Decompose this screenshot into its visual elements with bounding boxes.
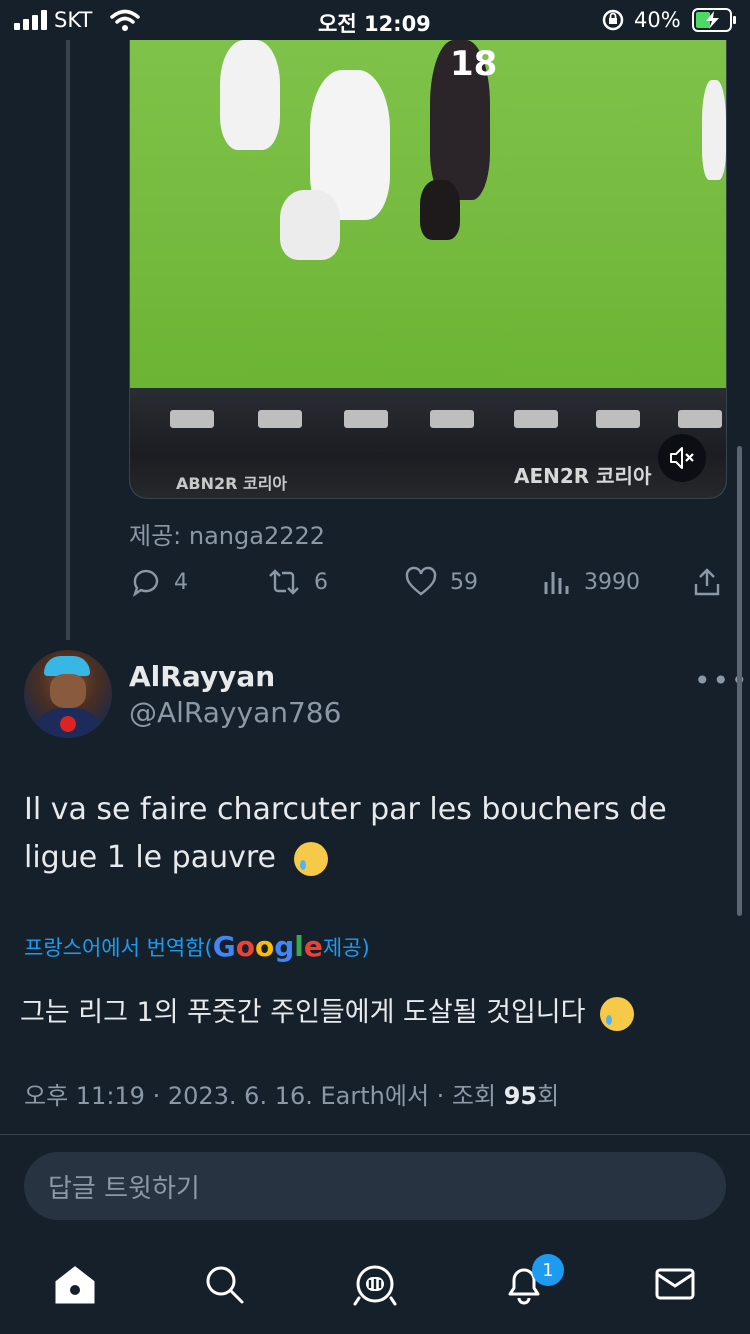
battery-charging-icon <box>692 8 736 32</box>
stadium-light <box>258 410 302 428</box>
scrollbar[interactable] <box>737 446 742 916</box>
tab-search[interactable] <box>198 1258 250 1310</box>
tweet-view-count: 95 <box>503 1082 538 1110</box>
reply-action[interactable]: 4 <box>130 564 188 600</box>
stadium-light <box>170 410 214 428</box>
cap-shape <box>44 656 90 676</box>
board-logo: ABN2R 코리아 <box>176 474 288 493</box>
display-name[interactable]: AlRayyan <box>129 660 275 693</box>
like-action[interactable]: 59 <box>404 564 478 600</box>
stadium-light <box>430 410 474 428</box>
tweet-text-content: Il va se faire charcuter par les boucher… <box>24 792 667 875</box>
crying-face-icon <box>600 996 635 1031</box>
tweet-meta: 오후 11:19 · 2023. 6. 16. Earth에서 · 조회 95회 <box>24 1076 559 1111</box>
stadium-light <box>678 410 722 428</box>
share-action[interactable] <box>692 564 722 600</box>
retweet-action[interactable]: 6 <box>266 564 328 600</box>
reply-placeholder: 답글 트윗하기 <box>48 1173 200 1204</box>
battery-percent: 40% <box>634 8 681 32</box>
tab-home[interactable] <box>49 1258 101 1310</box>
advertising-board: ABN2R 코리아 AEN2R 코리아 <box>130 388 726 498</box>
tweet-text: Il va se faire charcuter par les boucher… <box>24 786 724 882</box>
speaker-muted-icon <box>670 447 694 469</box>
face-shape <box>50 674 86 708</box>
status-bar: SKT 오전 12:09 40% <box>0 0 750 40</box>
reply-count: 4 <box>174 569 188 595</box>
mute-button[interactable] <box>658 434 706 482</box>
like-count: 59 <box>450 569 478 595</box>
board-logo: AEN2R 코리아 <box>514 464 652 488</box>
player-figure <box>702 80 726 180</box>
heart-icon <box>405 566 437 596</box>
reply-icon <box>132 569 159 597</box>
player-figure <box>420 180 460 240</box>
divider <box>0 1134 750 1135</box>
retweet-count: 6 <box>314 569 328 595</box>
tweet-timestamp: 오후 11:19 · 2023. 6. 16. Earth에서 · 조회 <box>24 1082 504 1110</box>
notification-badge: 1 <box>532 1254 564 1286</box>
wifi-icon <box>110 9 140 31</box>
player-figure <box>280 190 340 260</box>
translated-text-content: 그는 리그 1의 푸줏간 주인들에게 도살될 것입니다 <box>20 997 586 1028</box>
envelope-icon <box>655 1268 695 1300</box>
tab-spaces[interactable] <box>349 1258 401 1310</box>
signal-icon <box>14 10 47 30</box>
thread-connector-line <box>66 40 70 640</box>
carrier-label: SKT <box>54 8 93 32</box>
avatar[interactable] <box>24 650 112 738</box>
view-count: 3990 <box>584 569 640 595</box>
stadium-light <box>344 410 388 428</box>
home-icon <box>55 1266 95 1304</box>
tab-messages[interactable] <box>649 1258 701 1310</box>
stadium-light <box>514 410 558 428</box>
crying-face-icon <box>293 841 328 876</box>
views-action[interactable]: 3990 <box>542 564 640 600</box>
analytics-icon <box>544 572 569 594</box>
retweet-icon <box>269 569 299 595</box>
clock: 오전 12:09 <box>318 12 431 36</box>
translate-suffix: 제공) <box>322 935 370 960</box>
video-player[interactable]: 18 ABN2R 코리아 AEN2R 코리아 <box>129 40 727 499</box>
spaces-icon <box>353 1265 397 1306</box>
tweet-view-suffix: 회 <box>537 1082 560 1110</box>
jersey-number: 18 <box>450 44 498 84</box>
video-source-label: 제공: nanga2222 <box>129 522 326 550</box>
translate-prefix: 프랑스어에서 번역함( <box>24 935 213 960</box>
orientation-lock-icon <box>602 9 624 31</box>
search-icon <box>206 1266 244 1304</box>
google-logo: Google <box>212 930 323 963</box>
stadium-light <box>596 410 640 428</box>
share-icon <box>694 568 720 596</box>
club-badge-shape <box>60 716 76 732</box>
player-figure <box>220 40 280 150</box>
reply-input[interactable]: 답글 트윗하기 <box>24 1152 726 1220</box>
translated-text: 그는 리그 1의 푸줏간 주인들에게 도살될 것입니다 <box>20 990 730 1031</box>
translation-source-link[interactable]: 프랑스어에서 번역함( Google 제공) <box>24 930 370 963</box>
user-handle[interactable]: @AlRayyan786 <box>129 696 341 729</box>
